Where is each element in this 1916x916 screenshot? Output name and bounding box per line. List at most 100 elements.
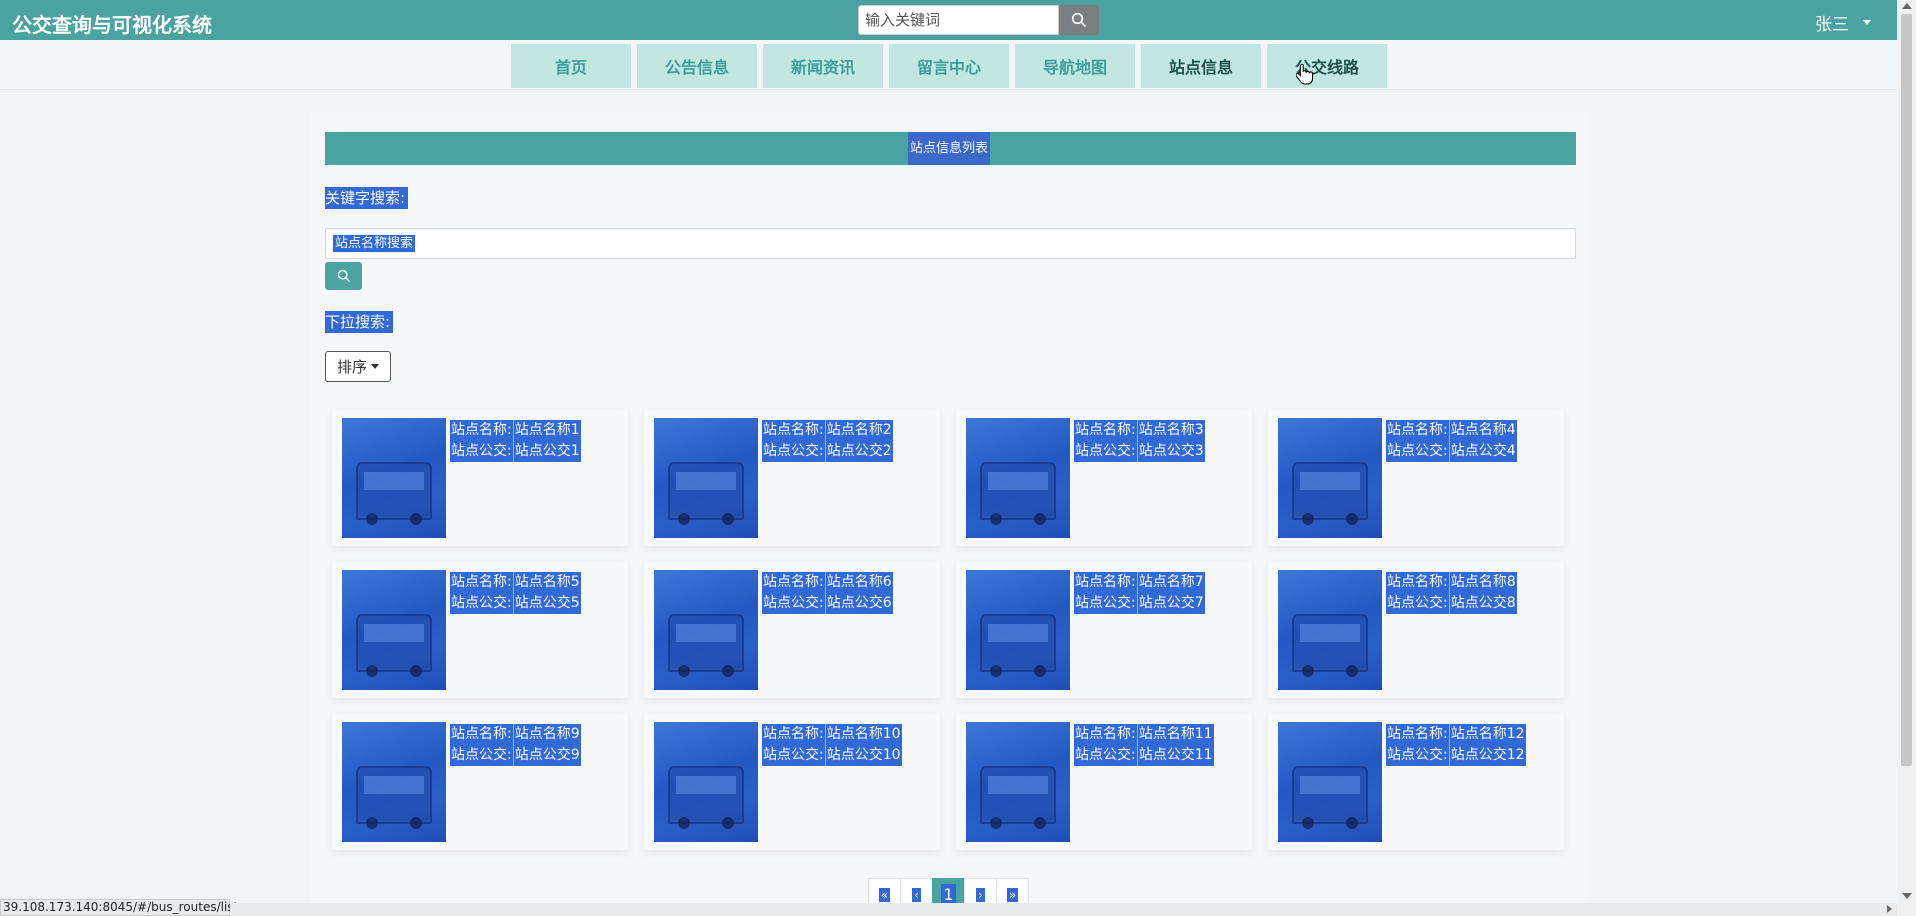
nav-stations[interactable]: 站点信息 (1141, 44, 1261, 88)
station-photo[interactable] (966, 570, 1070, 690)
station-name-label: 站点名称: (450, 572, 514, 593)
station-card-grid: 站点名称: 站点名称1 站点公交: 站点公交1 站点名称: 站点名称2 站点公交: 站点公交2… (332, 410, 1564, 850)
station-name-label: 站点名称: (762, 420, 826, 441)
station-name-line: 站点名称: 站点名称4 (1386, 420, 1517, 441)
nav-bus-routes[interactable]: 公交线路 (1267, 44, 1387, 88)
station-name-value: 站点名称7 (1138, 574, 1204, 590)
station-card[interactable]: 站点名称: 站点名称2 站点公交: 站点公交2 (644, 410, 940, 546)
station-card[interactable]: 站点名称: 站点名称8 站点公交: 站点公交8 (1268, 562, 1564, 698)
station-bus-label: 站点公交: (762, 593, 826, 614)
station-bus-value: 站点公交11 (1138, 747, 1213, 763)
station-photo[interactable] (1278, 570, 1382, 690)
sort-dropdown[interactable]: 排序 (325, 351, 391, 382)
station-bus-value: 站点公交10 (826, 747, 901, 763)
station-name-label: 站点名称: (1074, 572, 1138, 593)
station-card[interactable]: 站点名称: 站点名称12 站点公交: 站点公交12 (1268, 714, 1564, 850)
station-card[interactable]: 站点名称: 站点名称6 站点公交: 站点公交6 (644, 562, 940, 698)
station-info: 站点名称: 站点名称5 站点公交: 站点公交5 (450, 572, 581, 614)
station-bus-line: 站点公交: 站点公交4 (1386, 441, 1517, 462)
station-name-value: 站点名称11 (1138, 726, 1213, 742)
station-name-line: 站点名称: 站点名称9 (450, 724, 581, 745)
station-name-label: 站点名称: (450, 420, 514, 441)
station-name-line: 站点名称: 站点名称12 (1386, 724, 1526, 745)
station-name-value: 站点名称6 (826, 574, 892, 590)
station-card[interactable]: 站点名称: 站点名称1 站点公交: 站点公交1 (332, 410, 628, 546)
station-card[interactable]: 站点名称: 站点名称10 站点公交: 站点公交10 (644, 714, 940, 850)
station-bus-line: 站点公交: 站点公交1 (450, 441, 581, 462)
station-bus-label: 站点公交: (450, 593, 514, 614)
station-name-line: 站点名称: 站点名称6 (762, 572, 893, 593)
station-info: 站点名称: 站点名称2 站点公交: 站点公交2 (762, 420, 893, 462)
search-icon (337, 269, 350, 283)
scroll-down-arrow-icon[interactable] (1902, 893, 1912, 899)
keyword-search-input[interactable] (325, 228, 1576, 259)
top-search-input[interactable] (858, 5, 1059, 35)
station-name-line: 站点名称: 站点名称7 (1074, 572, 1205, 593)
station-bus-line: 站点公交: 站点公交12 (1386, 745, 1526, 766)
station-photo[interactable] (654, 722, 758, 842)
station-card[interactable]: 站点名称: 站点名称11 站点公交: 站点公交11 (956, 714, 1252, 850)
vertical-scrollbar-thumb[interactable] (1901, 14, 1912, 766)
user-menu[interactable]: 张三 (1815, 10, 1871, 35)
station-bus-value: 站点公交8 (1450, 595, 1516, 611)
station-photo[interactable] (966, 722, 1070, 842)
station-bus-label: 站点公交: (762, 441, 826, 462)
station-info: 站点名称: 站点名称6 站点公交: 站点公交6 (762, 572, 893, 614)
station-info: 站点名称: 站点名称10 站点公交: 站点公交10 (762, 724, 902, 766)
station-bus-line: 站点公交: 站点公交3 (1074, 441, 1205, 462)
keyword-search-placeholder: 站点名称搜索 (333, 235, 416, 252)
station-photo[interactable] (1278, 722, 1382, 842)
top-search-button[interactable] (1059, 5, 1099, 35)
station-photo[interactable] (654, 418, 758, 538)
station-info: 站点名称: 站点名称12 站点公交: 站点公交12 (1386, 724, 1526, 766)
station-card[interactable]: 站点名称: 站点名称4 站点公交: 站点公交4 (1268, 410, 1564, 546)
station-card[interactable]: 站点名称: 站点名称7 站点公交: 站点公交7 (956, 562, 1252, 698)
station-card[interactable]: 站点名称: 站点名称9 站点公交: 站点公交9 (332, 714, 628, 850)
station-bus-line: 站点公交: 站点公交6 (762, 593, 893, 614)
scroll-right-arrow-icon[interactable] (1887, 905, 1892, 913)
hand-cursor-icon (1296, 63, 1314, 85)
list-title: 站点信息列表 (908, 132, 991, 165)
station-name-value: 站点名称1 (514, 422, 580, 438)
station-name-label: 站点名称: (1386, 572, 1450, 593)
station-card[interactable]: 站点名称: 站点名称3 站点公交: 站点公交3 (956, 410, 1252, 546)
nav-map[interactable]: 导航地图 (1015, 44, 1135, 88)
station-name-line: 站点名称: 站点名称8 (1386, 572, 1517, 593)
station-info: 站点名称: 站点名称4 站点公交: 站点公交4 (1386, 420, 1517, 462)
scroll-up-arrow-icon[interactable] (1902, 3, 1912, 9)
search-icon (1071, 12, 1087, 28)
station-bus-value: 站点公交3 (1138, 443, 1204, 459)
station-bus-line: 站点公交: 站点公交8 (1386, 593, 1517, 614)
station-name-line: 站点名称: 站点名称2 (762, 420, 893, 441)
station-bus-label: 站点公交: (1074, 441, 1138, 462)
station-bus-value: 站点公交9 (514, 747, 580, 763)
station-card[interactable]: 站点名称: 站点名称5 站点公交: 站点公交5 (332, 562, 628, 698)
station-photo[interactable] (1278, 418, 1382, 538)
station-name-value: 站点名称9 (514, 726, 580, 742)
station-bus-label: 站点公交: (762, 745, 826, 766)
nav-announcements[interactable]: 公告信息 (637, 44, 757, 88)
station-photo[interactable] (342, 722, 446, 842)
station-photo[interactable] (654, 570, 758, 690)
status-bar-url: 39.108.173.140:8045/#/bus_routes/list (0, 899, 238, 916)
nav-messages[interactable]: 留言中心 (889, 44, 1009, 88)
station-info: 站点名称: 站点名称7 站点公交: 站点公交7 (1074, 572, 1205, 614)
station-name-value: 站点名称2 (826, 422, 892, 438)
station-photo[interactable] (342, 570, 446, 690)
station-bus-label: 站点公交: (450, 441, 514, 462)
station-photo[interactable] (966, 418, 1070, 538)
horizontal-scrollbar[interactable] (230, 903, 1897, 916)
station-name-line: 站点名称: 站点名称5 (450, 572, 581, 593)
station-photo[interactable] (342, 418, 446, 538)
station-name-label: 站点名称: (1074, 724, 1138, 745)
station-name-label: 站点名称: (1074, 420, 1138, 441)
station-bus-line: 站点公交: 站点公交11 (1074, 745, 1214, 766)
station-name-label: 站点名称: (1386, 420, 1450, 441)
nav-home[interactable]: 首页 (511, 44, 631, 88)
station-bus-label: 站点公交: (1074, 745, 1138, 766)
keyword-search-button[interactable] (325, 262, 362, 290)
nav-news[interactable]: 新闻资讯 (763, 44, 883, 88)
user-name: 张三 (1815, 15, 1849, 35)
station-bus-line: 站点公交: 站点公交9 (450, 745, 581, 766)
station-bus-value: 站点公交4 (1450, 443, 1516, 459)
